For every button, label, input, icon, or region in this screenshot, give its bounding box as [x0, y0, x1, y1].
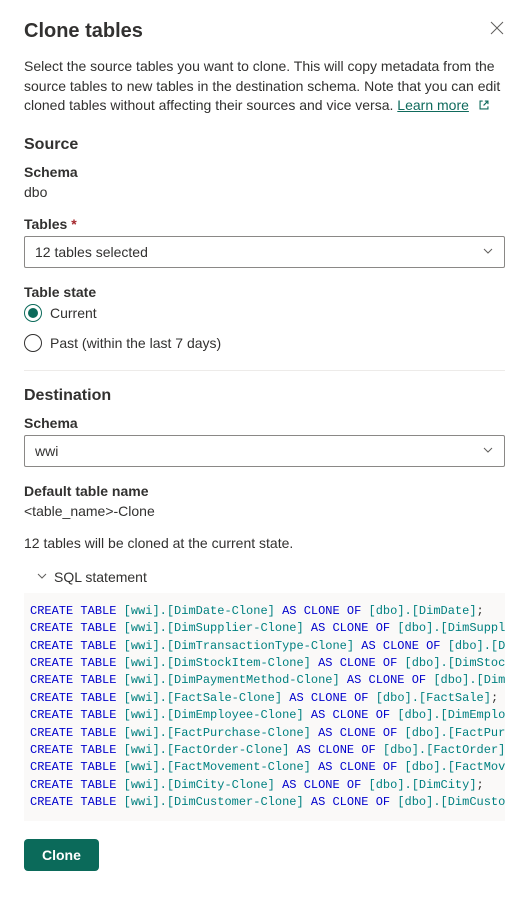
sql-line: CREATE TABLE [wwi].[DimCity-Clone] AS CL…	[30, 777, 499, 794]
sql-line: CREATE TABLE [wwi].[FactPurchase-Clone] …	[30, 725, 499, 742]
destination-schema-select[interactable]: wwi	[24, 435, 505, 467]
dialog-title: Clone tables	[24, 20, 143, 43]
radio-label-current: Current	[50, 305, 97, 321]
source-schema-label: Schema	[24, 164, 505, 180]
radio-label-past: Past (within the last 7 days)	[50, 335, 221, 351]
chevron-down-icon	[482, 443, 494, 459]
sql-line: CREATE TABLE [wwi].[DimSupplier-Clone] A…	[30, 620, 499, 637]
chevron-down-icon	[36, 569, 48, 585]
sql-statement-toggle[interactable]: SQL statement	[36, 565, 505, 589]
destination-heading: Destination	[24, 387, 505, 405]
sql-statement-label: SQL statement	[54, 569, 147, 585]
sql-code-block: CREATE TABLE [wwi].[DimDate-Clone] AS CL…	[24, 593, 505, 822]
default-table-name-value: <table_name>-Clone	[24, 503, 505, 519]
close-icon	[490, 21, 504, 35]
sql-line: CREATE TABLE [wwi].[FactOrder-Clone] AS …	[30, 742, 499, 759]
clone-status-text: 12 tables will be cloned at the current …	[24, 535, 505, 551]
radio-icon	[24, 304, 42, 322]
tables-select-value: 12 tables selected	[35, 244, 148, 260]
tables-select[interactable]: 12 tables selected	[24, 236, 505, 268]
sql-line: CREATE TABLE [wwi].[DimEmployee-Clone] A…	[30, 707, 499, 724]
sql-line: CREATE TABLE [wwi].[DimCustomer-Clone] A…	[30, 794, 499, 811]
description-text: Select the source tables you want to clo…	[24, 57, 505, 118]
sql-line: CREATE TABLE [wwi].[DimPaymentMethod-Clo…	[30, 672, 499, 689]
source-heading: Source	[24, 136, 505, 154]
radio-icon	[24, 334, 42, 352]
clone-button[interactable]: Clone	[24, 839, 99, 871]
default-table-name-label: Default table name	[24, 483, 505, 499]
sql-line: CREATE TABLE [wwi].[FactSale-Clone] AS C…	[30, 690, 499, 707]
learn-more-link[interactable]: Learn more	[397, 97, 469, 113]
close-button[interactable]	[489, 20, 505, 36]
radio-option-current[interactable]: Current	[24, 304, 505, 322]
destination-schema-value: wwi	[35, 443, 58, 459]
table-state-label: Table state	[24, 284, 505, 300]
required-asterisk: *	[71, 216, 76, 232]
external-link-icon	[477, 98, 491, 118]
sql-line: CREATE TABLE [wwi].[FactMovement-Clone] …	[30, 759, 499, 776]
radio-option-past[interactable]: Past (within the last 7 days)	[24, 334, 505, 352]
section-divider	[24, 370, 505, 371]
sql-line: CREATE TABLE [wwi].[DimStockItem-Clone] …	[30, 655, 499, 672]
source-tables-label: Tables *	[24, 216, 505, 232]
sql-line: CREATE TABLE [wwi].[DimDate-Clone] AS CL…	[30, 603, 499, 620]
table-state-radio-group: Current Past (within the last 7 days)	[24, 304, 505, 352]
destination-schema-label: Schema	[24, 415, 505, 431]
source-schema-value: dbo	[24, 184, 505, 200]
sql-line: CREATE TABLE [wwi].[DimTransactionType-C…	[30, 638, 499, 655]
chevron-down-icon	[482, 244, 494, 260]
